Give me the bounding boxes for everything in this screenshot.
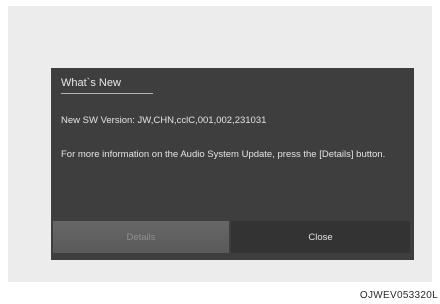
screen-frame: What`s New New SW Version: JW,CHN,cclC,0… [8,6,432,282]
whats-new-dialog: What`s New New SW Version: JW,CHN,cclC,0… [51,68,414,260]
image-code-label: OJWEV053320L [359,290,438,301]
update-info-text: For more information on the Audio System… [61,149,386,160]
sw-version-text: New SW Version: JW,CHN,cclC,001,002,2310… [61,115,267,126]
close-button[interactable]: Close [231,221,410,253]
title-underline [61,93,153,94]
details-button[interactable]: Details [53,221,229,253]
dialog-title: What`s New [61,77,121,89]
